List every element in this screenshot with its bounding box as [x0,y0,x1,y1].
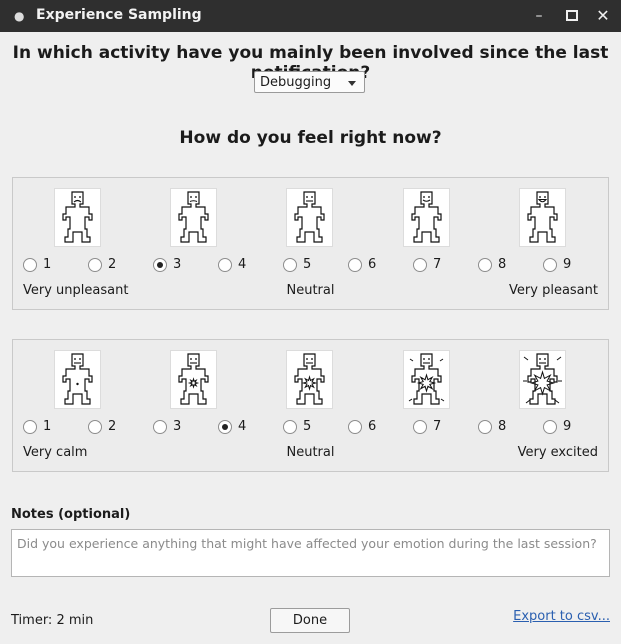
arousal-option-label: 1 [43,419,52,434]
valence-high-label: Very pleasant [509,283,598,298]
arousal-option-label: 4 [238,419,247,434]
sad-figure-icon [170,188,217,247]
small-burst-figure-icon [170,350,217,409]
grin-figure-icon [519,188,566,247]
window-title: Experience Sampling [36,7,202,23]
frown-figure-icon [54,188,101,247]
radio-button[interactable] [218,258,232,272]
chevron-down-icon [348,81,356,86]
arousal-scale: Very calm Neutral Very excited 123456789 [12,339,609,472]
valence-option-label: 6 [368,257,377,272]
feel-question: How do you feel right now? [179,128,442,148]
radio-button[interactable] [23,258,37,272]
radio-button[interactable] [218,420,232,434]
maximize-icon [566,10,578,21]
maximize-button[interactable] [563,7,581,25]
arousal-option-label: 7 [433,419,442,434]
radio-button[interactable] [283,420,297,434]
radio-button[interactable] [283,258,297,272]
timer-label: Timer: 2 min [11,613,94,628]
valence-option-label: 9 [563,257,572,272]
activity-select-value: Debugging [260,75,332,90]
radio-button[interactable] [348,420,362,434]
radio-button[interactable] [153,420,167,434]
valence-scale: Very unpleasant Neutral Very pleasant 12… [12,177,609,310]
arousal-option-label: 3 [173,419,182,434]
valence-option-label: 8 [498,257,507,272]
neutral-figure-icon [286,188,333,247]
large-burst-figure-icon [403,350,450,409]
arousal-option-label: 6 [368,419,377,434]
radio-button[interactable] [413,258,427,272]
radio-button[interactable] [348,258,362,272]
arousal-high-label: Very excited [517,445,598,460]
activity-select[interactable]: Debugging [254,71,365,93]
notes-input[interactable]: Did you experience anything that might h… [11,529,610,577]
valence-option-label: 5 [303,257,312,272]
explosion-figure-icon [519,350,566,409]
arousal-option-label: 5 [303,419,312,434]
radio-button[interactable] [478,258,492,272]
done-button[interactable]: Done [270,608,350,633]
valence-option-label: 2 [108,257,117,272]
arousal-option-label: 2 [108,419,117,434]
radio-button[interactable] [88,258,102,272]
notes-placeholder: Did you experience anything that might h… [17,536,597,551]
radio-button[interactable] [543,258,557,272]
valence-option-label: 4 [238,257,247,272]
arousal-option-label: 9 [563,419,572,434]
export-csv-link[interactable]: Export to csv... [513,609,610,624]
valence-option-label: 7 [433,257,442,272]
close-button[interactable]: ✕ [594,7,612,25]
title-bar: ● Experience Sampling – ✕ [0,0,621,32]
app-icon: ● [14,9,25,23]
radio-button[interactable] [23,420,37,434]
dot-figure-icon [54,350,101,409]
smile-figure-icon [403,188,450,247]
valence-option-label: 1 [43,257,52,272]
radio-button[interactable] [153,258,167,272]
radio-button[interactable] [88,420,102,434]
arousal-option-label: 8 [498,419,507,434]
radio-button[interactable] [413,420,427,434]
radio-button[interactable] [543,420,557,434]
minimize-button[interactable]: – [530,7,548,25]
valence-option-label: 3 [173,257,182,272]
medium-burst-figure-icon [286,350,333,409]
radio-button[interactable] [478,420,492,434]
notes-label: Notes (optional) [11,507,131,522]
